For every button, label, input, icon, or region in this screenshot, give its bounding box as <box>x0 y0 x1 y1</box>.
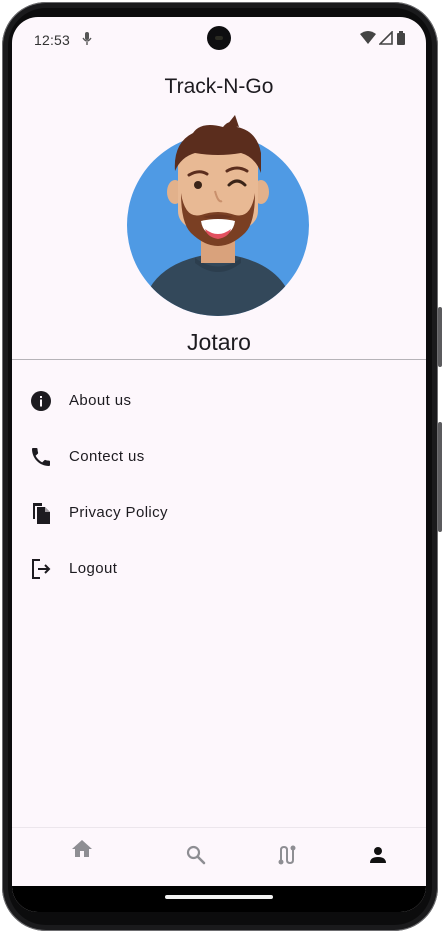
search-icon <box>186 845 206 865</box>
profile-avatar[interactable] <box>123 113 313 318</box>
nav-search[interactable] <box>166 828 226 886</box>
volume-button <box>438 422 442 532</box>
user-name: Jotaro <box>187 329 251 355</box>
route-icon <box>278 845 296 865</box>
menu-label-privacy-policy: Privacy Policy <box>69 504 168 521</box>
power-button <box>438 307 442 367</box>
wifi-icon <box>360 31 376 44</box>
home-gesture-bar[interactable] <box>165 895 273 899</box>
bottom-navigation <box>12 827 426 886</box>
menu-item-logout[interactable]: Logout <box>12 540 426 596</box>
home-icon <box>72 840 92 857</box>
menu-list: About us Contect us Privacy Policy Logou… <box>12 372 426 596</box>
info-icon <box>31 391 51 411</box>
nav-route[interactable] <box>257 828 317 886</box>
menu-label-logout: Logout <box>69 560 118 577</box>
status-bar: 12:53 <box>12 17 426 61</box>
app-title: Track-N-Go <box>164 75 274 98</box>
menu-label-contact-us: Contect us <box>69 448 145 465</box>
document-icon <box>33 503 50 524</box>
status-icons <box>360 31 406 45</box>
signal-icon <box>379 31 393 45</box>
status-time: 12:53 <box>34 32 71 48</box>
menu-item-privacy-policy[interactable]: Privacy Policy <box>12 484 426 540</box>
nav-profile[interactable] <box>348 828 408 886</box>
gesture-area <box>12 886 426 912</box>
menu-item-about-us[interactable]: About us <box>12 372 426 428</box>
battery-icon <box>397 31 405 45</box>
phone-icon <box>32 448 50 466</box>
screen: 12:53 Track-N-Go Jotaro About us Contect… <box>12 17 426 912</box>
mic-icon <box>82 32 92 45</box>
menu-label-about-us: About us <box>69 392 132 409</box>
divider <box>12 359 426 360</box>
logout-icon <box>32 559 51 579</box>
person-icon <box>370 847 386 863</box>
menu-item-contact-us[interactable]: Contect us <box>12 428 426 484</box>
front-camera <box>207 26 231 50</box>
nav-home[interactable] <box>52 828 112 886</box>
